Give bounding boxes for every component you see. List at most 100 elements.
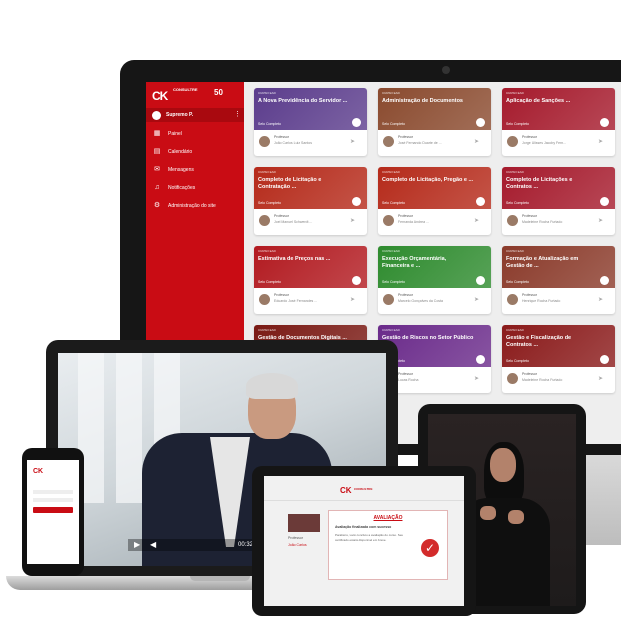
course-tag: CURSO EAD (258, 249, 276, 253)
instructor-hair (246, 373, 298, 399)
avatar (259, 136, 270, 147)
teacher-label: Professor (522, 135, 537, 139)
progress-circle-icon (476, 118, 485, 127)
avatar (507, 215, 518, 226)
course-title[interactable]: Completo de Licitações e Contratos ... (506, 177, 598, 191)
gear-icon: ⚙ (153, 202, 161, 209)
avatar (383, 294, 394, 305)
course-tag: CURSO EAD (506, 328, 524, 332)
course-tag: CURSO EAD (506, 249, 524, 253)
sidebar-item-4[interactable]: ⚙ Administração do site (146, 198, 244, 214)
tablet-logo: CK (340, 486, 352, 495)
teacher-name: Eduardo José Fernandes ... (274, 299, 318, 303)
sidebar-item-0[interactable]: ▦ Painel (146, 126, 244, 142)
progress-circle-icon (600, 355, 609, 364)
send-icon[interactable]: ➤ (598, 138, 603, 145)
assessment-dialog: AVALIAÇÃO Avaliação finalizada com suces… (328, 510, 448, 580)
course-seal: Selo Completo (382, 201, 405, 205)
brand-name: CONSULTRE (173, 87, 198, 92)
phone-login-button[interactable] (33, 507, 73, 513)
course-seal: Selo Completo (258, 122, 281, 126)
assessment-screen: CK CONSULTRE Professor João Carlos AVALI… (264, 476, 464, 606)
brand-logo[interactable]: CK (152, 89, 174, 103)
send-icon[interactable]: ➤ (474, 217, 479, 224)
progress-circle-icon (476, 276, 485, 285)
anniversary-badge: 50 (214, 88, 223, 97)
more-options-icon[interactable]: ⋮ (234, 110, 241, 118)
teacher-name: Madeleine Rocha Furtado (522, 378, 563, 382)
course-card[interactable]: CURSO EAD Aplicação de Sanções ... Selo Co… (502, 88, 615, 156)
avatar (507, 373, 518, 384)
course-title[interactable]: Execução Orçamentária, Financeira e ... (382, 256, 474, 270)
course-card[interactable]: CURSO EAD Completo de Licitações e Contra… (502, 167, 615, 235)
course-tag: CURSO EAD (258, 328, 276, 332)
teacher-name: Madeleine Rocha Furtado (522, 220, 563, 224)
dialog-title: AVALIAÇÃO (373, 515, 403, 521)
send-icon[interactable]: ➤ (350, 296, 355, 303)
teacher-label: Professor (522, 372, 537, 376)
teacher-name: Henrique Rocha Furtado (522, 299, 561, 303)
course-card[interactable]: CURSO EAD Estimativa de Preços nas ... Sel… (254, 246, 367, 314)
user-name: Supremo P. (166, 112, 194, 118)
course-title[interactable]: Completo de Licitação e Contratação ... (258, 177, 350, 191)
progress-circle-icon (476, 355, 485, 364)
teacher-name: Jorge Ulisses Jacoby Fern... (522, 141, 567, 145)
send-icon[interactable]: ➤ (598, 375, 603, 382)
laptop-notch (190, 576, 250, 581)
course-tag: CURSO EAD (382, 170, 400, 174)
teacher-label: Professor (274, 214, 289, 218)
course-seal: Selo Completo (382, 280, 405, 284)
course-card[interactable]: CURSO EAD Administração de Documentos Selo… (378, 88, 491, 156)
course-card[interactable]: CURSO EAD A Nova Previdência do Servidor … (254, 88, 367, 156)
avatar (383, 215, 394, 226)
sidebar-item-3[interactable]: ♫ Notificações (146, 180, 244, 196)
course-title[interactable]: Gestão e Fiscalização de Contratos ... (506, 335, 598, 349)
course-title[interactable]: Formação e Atualização em Gestão de ... (506, 256, 598, 270)
course-title[interactable]: A Nova Previdência do Servidor ... (258, 98, 350, 105)
course-title[interactable]: Completo de Licitação, Pregão e ... (382, 177, 474, 184)
sidebar-item-label: Calendário (168, 149, 193, 155)
course-tag: CURSO EAD (382, 91, 400, 95)
avatar (259, 215, 270, 226)
bell-icon: ♫ (154, 184, 160, 191)
phone-password-field[interactable] (33, 498, 73, 502)
sidebar-item-2[interactable]: ✉ Mensagens (146, 162, 244, 178)
volume-icon[interactable]: ◀ (150, 540, 156, 549)
progress-circle-icon (352, 276, 361, 285)
phone-username-field[interactable] (33, 490, 73, 494)
send-icon[interactable]: ➤ (350, 217, 355, 224)
course-card[interactable]: CURSO EAD Completo de Licitação e Contrat… (254, 167, 367, 235)
sidebar-item-1[interactable]: ▤ Calendário (146, 144, 244, 160)
sidebar-item-label: Painel (168, 131, 182, 137)
course-seal: Selo Completo (506, 201, 529, 205)
sidebar-item-label: Notificações (168, 185, 196, 191)
divider (264, 500, 464, 501)
play-icon[interactable]: ▶ (134, 540, 140, 549)
send-icon[interactable]: ➤ (474, 375, 479, 382)
teacher-name: Marcelo Gonçalves da Costa (398, 299, 443, 303)
course-title[interactable]: Aplicação de Sanções ... (506, 98, 598, 105)
teacher-label: Professor (398, 372, 413, 376)
progress-circle-icon (600, 197, 609, 206)
teacher-name: José Fernando Duarte de ... (398, 141, 442, 145)
teacher-label: Professor (398, 293, 413, 297)
course-card[interactable]: CURSO EAD Formação e Atualização em Gestã… (502, 246, 615, 314)
send-icon[interactable]: ➤ (474, 296, 479, 303)
course-title[interactable]: Gestão de Riscos no Setor Público (382, 335, 474, 342)
course-title[interactable]: Estimativa de Preços nas ... (258, 256, 350, 263)
send-icon[interactable]: ➤ (474, 138, 479, 145)
user-menu[interactable]: Supremo P. ⋮ (146, 108, 244, 122)
course-card[interactable]: CURSO EAD Completo de Licitação, Pregão e… (378, 167, 491, 235)
course-title[interactable]: Administração de Documentos (382, 98, 474, 105)
send-icon[interactable]: ➤ (598, 296, 603, 303)
teacher-label: Professor (274, 135, 289, 139)
course-card[interactable]: CURSO EAD Execução Orçamentária, Financei… (378, 246, 491, 314)
tablet-brand: CONSULTRE (354, 487, 373, 491)
calendar-icon: ▤ (153, 148, 161, 155)
camera-icon (442, 66, 450, 74)
course-card[interactable]: CURSO EAD Gestão e Fiscalização de Contra… (502, 325, 615, 393)
send-icon[interactable]: ➤ (350, 138, 355, 145)
course-thumbnail[interactable] (288, 514, 320, 532)
teacher-label: Professor (398, 214, 413, 218)
send-icon[interactable]: ➤ (598, 217, 603, 224)
